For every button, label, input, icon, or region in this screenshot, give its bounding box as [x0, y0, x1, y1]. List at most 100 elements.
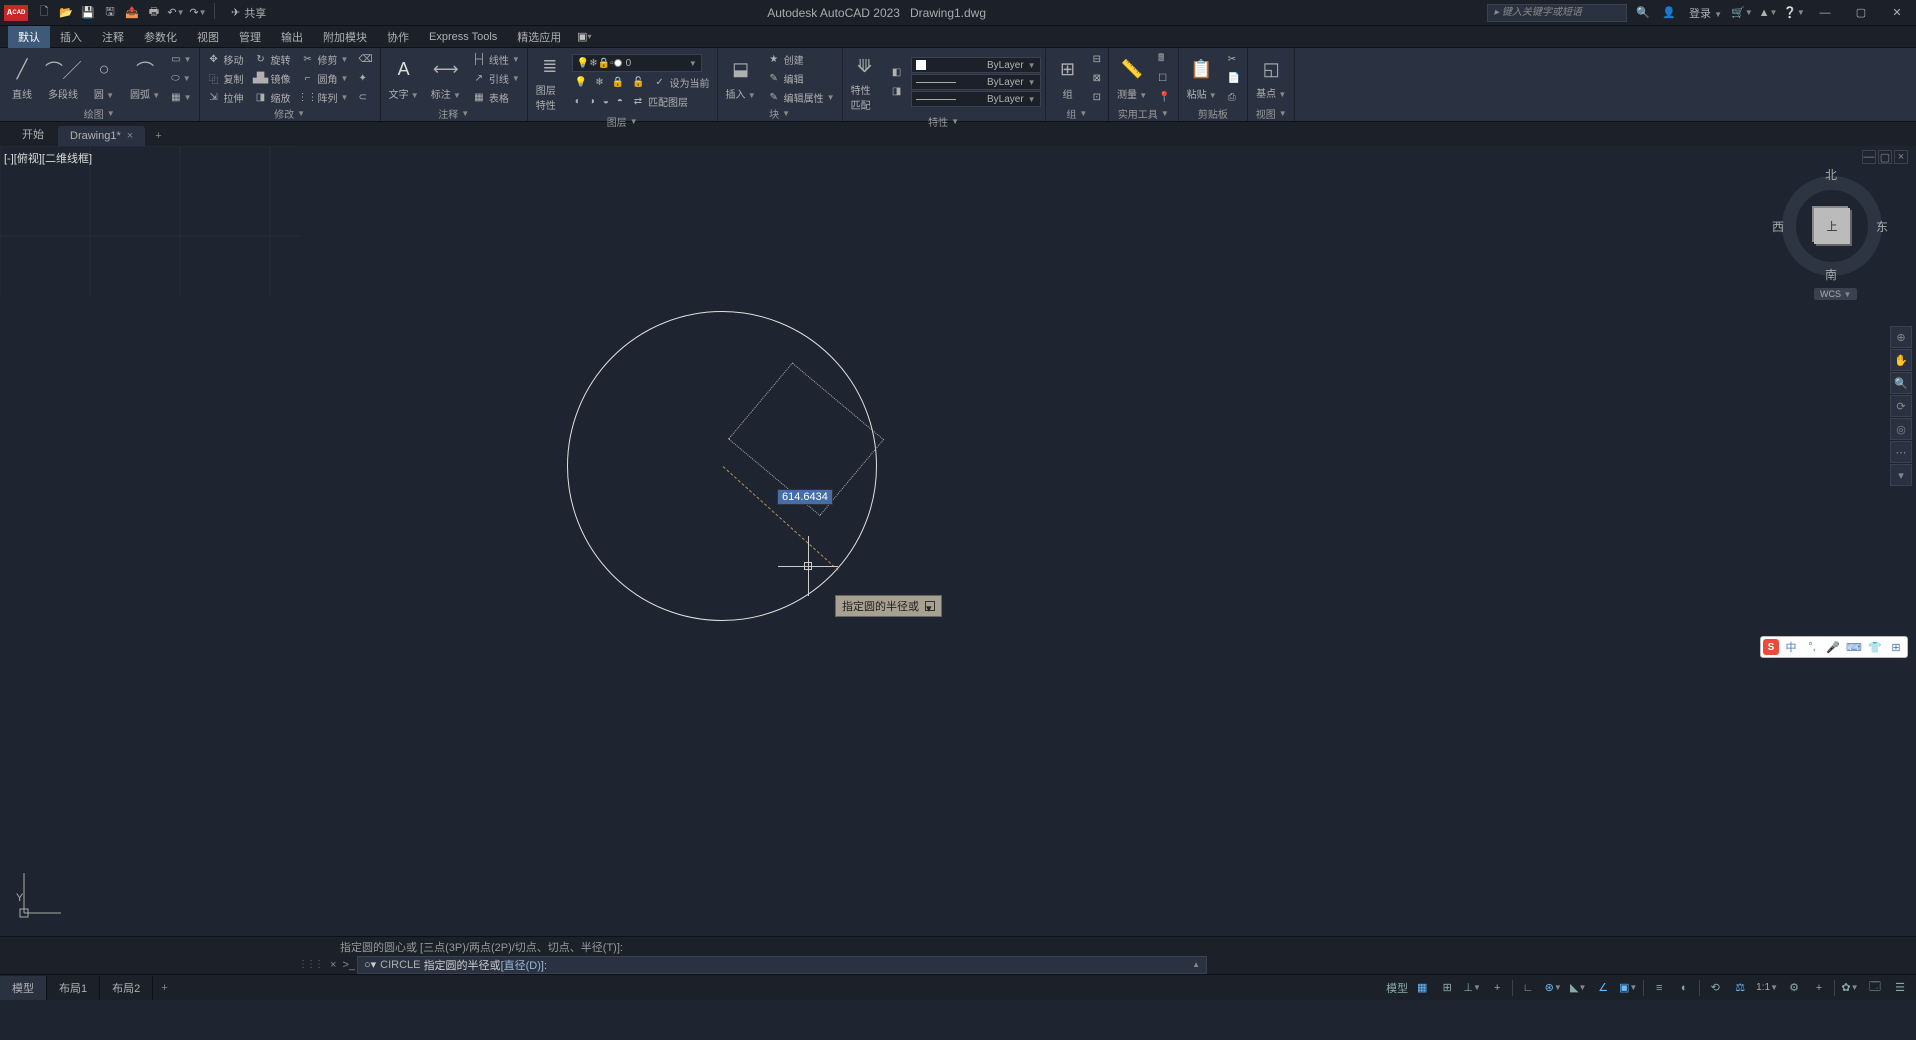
- close-button[interactable]: ✕: [1882, 0, 1912, 26]
- workspace-button[interactable]: ✿▼: [1838, 977, 1862, 999]
- help-icon[interactable]: ❔▼: [1784, 3, 1804, 23]
- layer-tool-icon[interactable]: ◐: [572, 92, 584, 110]
- color-select[interactable]: ByLayer▼: [911, 57, 1041, 73]
- linear-button[interactable]: ├┤线性▼: [469, 50, 523, 68]
- tab-layout1[interactable]: 布局1: [47, 976, 100, 1000]
- edit-block-button[interactable]: ✎编辑: [764, 69, 838, 87]
- match-props-button[interactable]: ⟱特性匹配: [847, 50, 883, 114]
- color-control[interactable]: ◧: [887, 64, 907, 82]
- tab-featured[interactable]: 精选应用: [507, 26, 571, 48]
- layer-select[interactable]: 💡❄🔒▫0▼: [572, 54, 702, 72]
- tab-addins[interactable]: 附加模块: [313, 26, 377, 48]
- rect-icon[interactable]: ▭▼: [168, 50, 194, 68]
- search-input[interactable]: ▸ 键入关键字或短语: [1487, 4, 1627, 22]
- full-nav-icon[interactable]: ⊕: [1890, 326, 1912, 348]
- saveas-icon[interactable]: 🖫: [100, 3, 120, 23]
- new-layout-button[interactable]: +: [153, 978, 175, 998]
- array-button[interactable]: ⋮⋮阵列▼: [298, 88, 352, 106]
- layer-tool-icon[interactable]: ◓: [614, 92, 626, 110]
- open-icon[interactable]: 📂: [56, 3, 76, 23]
- cube-top-face[interactable]: 上: [1814, 208, 1850, 244]
- trim-button[interactable]: ✂修剪▼: [298, 50, 352, 68]
- ime-mic-icon[interactable]: 🎤: [1824, 639, 1842, 655]
- ime-lang[interactable]: 中: [1782, 639, 1800, 655]
- layer-tool-icon[interactable]: 🔒: [609, 73, 627, 91]
- dir-north[interactable]: 北: [1825, 166, 1837, 183]
- tab-express[interactable]: Express Tools: [419, 28, 507, 46]
- explode-icon[interactable]: ✦: [355, 69, 375, 87]
- undo-icon[interactable]: ↶▼: [166, 3, 186, 23]
- make-current-button[interactable]: ✓设为当前: [650, 73, 713, 91]
- line-button[interactable]: ╱直线: [4, 54, 40, 103]
- layer-props-button[interactable]: ≣图层特性: [532, 50, 568, 114]
- tab-collab[interactable]: 协作: [377, 26, 419, 48]
- infer-button[interactable]: ⊥▼: [1460, 977, 1484, 999]
- table-button[interactable]: ▦表格: [469, 88, 523, 106]
- save-icon[interactable]: 💾: [78, 3, 98, 23]
- tab-parametric[interactable]: 参数化: [134, 26, 187, 48]
- dimension-button[interactable]: ⟷标注 ▼: [427, 54, 465, 103]
- sogou-icon[interactable]: S: [1763, 639, 1779, 655]
- ime-keyboard-icon[interactable]: ⌨: [1845, 639, 1863, 655]
- vp-min-icon[interactable]: —: [1862, 150, 1876, 164]
- base-button[interactable]: ◱基点 ▼: [1252, 53, 1290, 102]
- model-space-button[interactable]: 模型: [1385, 977, 1409, 999]
- group-tool-icon[interactable]: ⊟: [1090, 50, 1104, 68]
- lineweight-select[interactable]: ByLayer▼: [911, 74, 1041, 90]
- erase-icon[interactable]: ⌫: [355, 50, 375, 68]
- nav-more-icon[interactable]: ⋯: [1890, 441, 1912, 463]
- group-tool-icon[interactable]: ⊡: [1090, 88, 1104, 106]
- dynamic-button[interactable]: +: [1485, 977, 1509, 999]
- cart-icon[interactable]: 🛒▼: [1732, 3, 1752, 23]
- gear-icon[interactable]: ⚙: [1782, 977, 1806, 999]
- hatch-icon[interactable]: ▦▼: [168, 88, 194, 106]
- lwt-button[interactable]: ≡: [1647, 977, 1671, 999]
- ime-punct-icon[interactable]: °,: [1803, 639, 1821, 655]
- plot-icon[interactable]: 🖶: [144, 3, 164, 23]
- copy-clip-icon[interactable]: 📄: [1225, 69, 1243, 87]
- drawing-canvas[interactable]: [-][俯视][二维线框] — ▢ × 614.6434 指定圆的半径或▾ Y …: [0, 146, 1916, 936]
- measure-button[interactable]: 📏测量 ▼: [1113, 54, 1151, 103]
- tab-default[interactable]: 默认: [8, 26, 50, 48]
- tab-start[interactable]: 开始: [10, 122, 56, 146]
- stretch-button[interactable]: ⇲拉伸: [204, 88, 247, 106]
- layer-tool-icon[interactable]: ❄: [592, 73, 606, 91]
- tab-model[interactable]: 模型: [0, 976, 47, 1000]
- paste-button[interactable]: 📋粘贴 ▼: [1183, 54, 1221, 103]
- tab-layout2[interactable]: 布局2: [100, 976, 153, 1000]
- customize-button[interactable]: ☰: [1888, 977, 1912, 999]
- cmd-handle-icon[interactable]: ⋮⋮⋮: [298, 959, 322, 970]
- polyline-button[interactable]: ⌒╱多段线: [44, 54, 82, 103]
- ime-skin-icon[interactable]: 👕: [1866, 639, 1884, 655]
- nav-collapse-icon[interactable]: ▾: [1890, 464, 1912, 486]
- redo-icon[interactable]: ↷▼: [188, 3, 208, 23]
- tooltip-options-icon[interactable]: ▾: [925, 601, 935, 611]
- maximize-button[interactable]: ▢: [1846, 0, 1876, 26]
- layer-tool-icon[interactable]: ◒: [600, 92, 612, 110]
- tab-manage[interactable]: 管理: [229, 26, 271, 48]
- new-tab-button[interactable]: +: [147, 126, 169, 146]
- web-icon[interactable]: 📤: [122, 3, 142, 23]
- scale-label[interactable]: 1:1▼: [1753, 982, 1781, 993]
- dir-south[interactable]: 南: [1825, 266, 1837, 283]
- tab-insert[interactable]: 插入: [50, 26, 92, 48]
- wheel-icon[interactable]: ◎: [1890, 418, 1912, 440]
- text-button[interactable]: A文字 ▼: [385, 54, 423, 103]
- search-icon[interactable]: 🔍: [1633, 3, 1653, 23]
- wcs-label[interactable]: WCS ▼: [1814, 288, 1857, 300]
- new-icon[interactable]: 🗋: [34, 3, 54, 23]
- ime-tool-icon[interactable]: ⊞: [1887, 639, 1905, 655]
- tab-annotate[interactable]: 注释: [92, 26, 134, 48]
- monitor-button[interactable]: 🗔: [1863, 977, 1887, 999]
- autodesk-icon[interactable]: ▲▼: [1758, 3, 1778, 23]
- create-block-button[interactable]: ★创建: [764, 50, 838, 68]
- cmd-caret-icon[interactable]: >_: [342, 959, 355, 971]
- login-button[interactable]: 登录 ▼: [1685, 5, 1726, 21]
- edit-attr-button[interactable]: ✎编辑属性▼: [764, 88, 838, 106]
- command-input[interactable]: ○▾ CIRCLE 指定圆的半径或 [直径(D)]: ▲: [357, 956, 1207, 974]
- match-layer-button[interactable]: ⇄匹配图层: [628, 92, 691, 110]
- ime-toolbar[interactable]: S 中 °, 🎤 ⌨ 👕 ⊞: [1760, 636, 1908, 658]
- layer-tool-icon[interactable]: 💡: [572, 73, 590, 91]
- vp-close-icon[interactable]: ×: [1894, 150, 1908, 164]
- pan-icon[interactable]: ✋: [1890, 349, 1912, 371]
